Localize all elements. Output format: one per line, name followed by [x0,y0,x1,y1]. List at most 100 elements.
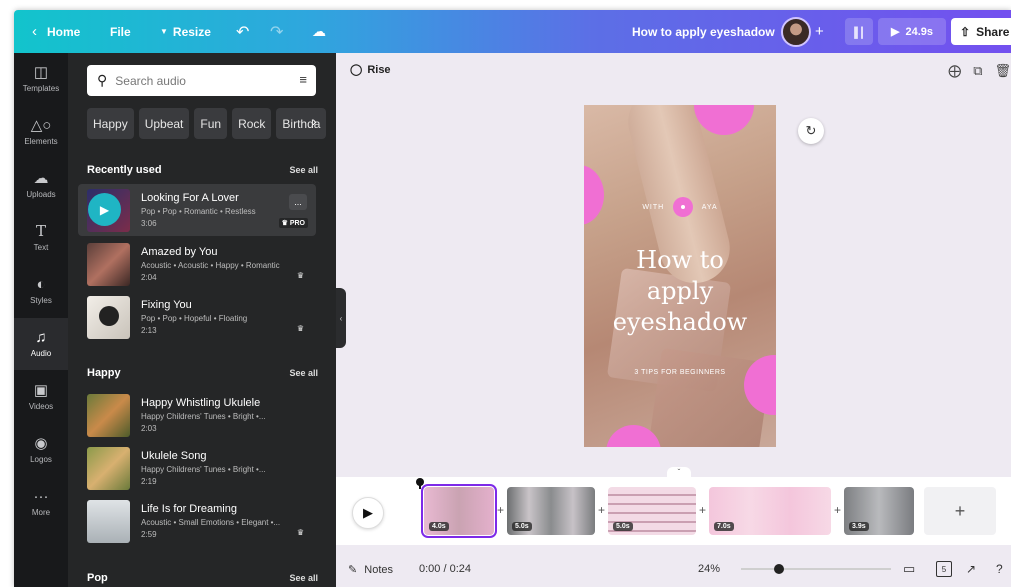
search-audio-input[interactable]: ⚲ Search audio ≡ [87,65,316,96]
byline[interactable]: WITH AYA [584,197,776,217]
avatar[interactable] [781,16,811,47]
delete-page-icon[interactable]: 🗑 [994,63,1011,79]
page-title[interactable]: How to apply eyeshadow [584,245,776,338]
list-item[interactable]: ▶ Looking For A Lover Pop • Pop • Romant… [78,184,316,236]
zoom-percent[interactable]: 24% [698,563,720,575]
list-item[interactable]: Life Is for Dreaming Acoustic • Small Em… [78,495,316,547]
grid-view-icon[interactable]: ▭ [903,561,915,577]
list-item[interactable]: Amazed by You Acoustic • Acoustic • Happ… [78,238,316,290]
rail-label: Styles [30,296,52,305]
track-duration: 2:03 [141,424,157,433]
track-duration: 3:06 [141,219,157,228]
title-line-3: eyeshadow [612,308,748,336]
list-item[interactable]: Ukulele Song Happy Childrens' Tunes • Br… [78,442,316,494]
play-preview-button[interactable]: ▶ 24.9s [878,18,946,45]
track-duration: 2:13 [141,326,157,335]
zoom-slider-handle[interactable] [773,564,784,574]
undo-icon[interactable]: ↶ [236,10,249,53]
chip-happy[interactable]: Happy [87,108,134,139]
rail-label: Audio [30,349,52,358]
add-page-button[interactable]: + [924,487,996,535]
play-button[interactable]: ▶ [352,497,384,529]
collaborators[interactable]: + [781,10,824,53]
redo-icon[interactable]: ↷ [270,10,283,53]
rail-item-logos[interactable]: ◉ Logos [14,424,68,476]
chip-upbeat[interactable]: Upbeat [138,108,190,139]
chevron-right-icon[interactable]: › [312,113,317,129]
track-title: Ukulele Song [141,450,207,462]
chip-fun[interactable]: Fun [194,108,228,139]
crown-icon: ♛ [296,324,304,333]
rail-item-templates[interactable]: ◫ Templates [14,53,68,105]
rail-item-elements[interactable]: △○ Elements [14,106,68,158]
see-all-happy[interactable]: See all [289,368,318,378]
insights-button[interactable]: ∥∣ [845,18,873,45]
rail-label: Elements [24,137,58,146]
zoom-slider[interactable] [741,564,891,574]
play-icon[interactable]: ▶ [88,193,121,226]
pink-circle[interactable] [694,105,754,135]
add-transition-icon[interactable]: + [497,503,504,517]
track-duration: 2:19 [141,477,157,486]
file-menu[interactable]: File [110,10,131,53]
top-bar: ‹ Home File ▼ Resize ↶ ↷ ☁ How to apply … [14,10,1011,53]
home-button[interactable]: ‹ Home [32,10,80,53]
list-item[interactable]: Fixing You Pop • Pop • Hopeful • Floatin… [78,291,316,343]
timeline-clip[interactable]: 7.0s [709,487,831,535]
document-title[interactable]: How to apply eyeshadow [632,10,775,53]
rail-item-styles[interactable]: ◐ Styles [14,265,68,317]
fullscreen-icon[interactable]: ↗ [966,562,976,576]
chevron-left-icon: ‹ [32,23,37,40]
chip-birthday[interactable]: Birthda [276,108,327,139]
add-transition-icon[interactable]: + [834,503,841,517]
more-options-button[interactable]: ... [289,194,307,210]
add-collaborator-icon[interactable]: + [815,23,824,40]
rail-label: Templates [22,84,60,93]
rail-item-videos[interactable]: ▣ Videos [14,371,68,423]
track-meta: Acoustic • Small Emotions • Elegant •... [141,518,281,527]
add-page-icon[interactable]: ⨁ [948,63,961,79]
notes-button[interactable]: ✎ Notes [348,563,393,576]
timeline-clip[interactable]: 5.0s [507,487,595,535]
track-meta: Happy Childrens' Tunes • Bright •... [141,412,266,421]
logos-icon: ◉ [34,435,48,452]
pro-badge-label: PRO [289,220,305,227]
timeline-clip[interactable]: 3.9s [844,487,914,535]
add-transition-icon[interactable]: + [598,503,605,517]
refresh-icon[interactable]: ↻ [798,118,824,144]
duplicate-page-icon[interactable]: ⧉ [973,63,982,79]
byline-name: AYA [701,203,718,211]
rail-item-audio[interactable]: ♫ Audio [14,318,68,370]
animation-label: Rise [367,63,391,76]
rail-item-uploads[interactable]: ☁ Uploads [14,159,68,211]
filter-icon[interactable]: ≡ [299,72,307,87]
track-thumbnail [87,500,130,543]
page-subtitle[interactable]: 3 TIPS FOR BEGINNERS [584,369,776,376]
rail-label: Text [33,243,49,252]
share-button[interactable]: ⇧ Share [951,18,1011,45]
section-title-happy: Happy [87,367,121,379]
rail-item-text[interactable]: T Text [14,212,68,264]
track-thumbnail [87,447,130,490]
rail-item-more[interactable]: ··· More [14,477,68,529]
see-all-pop[interactable]: See all [289,573,318,583]
section-title-pop: Pop [87,572,108,584]
add-transition-icon[interactable]: + [699,503,706,517]
help-icon[interactable]: ? [996,562,1003,576]
cloud-saved-icon[interactable]: ☁ [312,10,326,53]
chip-rock[interactable]: Rock [232,108,272,139]
timeline-clip[interactable]: 4.0s [421,484,497,538]
list-item[interactable]: Happy Whistling Ukulele Happy Childrens'… [78,389,316,441]
resize-button[interactable]: ▼ Resize [160,10,211,53]
share-upload-icon: ⇧ [960,24,971,39]
page-count-button[interactable]: 5 [936,561,952,577]
pro-badge: ♛ PRO [278,218,308,228]
clip-duration: 7.0s [714,522,734,531]
playhead[interactable] [416,478,424,489]
design-page[interactable]: WITH AYA How to apply eyeshadow 3 TIPS F… [584,105,776,447]
see-all-recently-used[interactable]: See all [289,165,318,175]
side-rail: ◫ Templates △○ Elements ☁ Uploads T Text… [14,53,68,587]
clip-duration: 3.9s [849,522,869,531]
animation-button[interactable]: ◯ Rise [350,63,391,77]
timeline-clip[interactable]: 5.0s [608,487,696,535]
